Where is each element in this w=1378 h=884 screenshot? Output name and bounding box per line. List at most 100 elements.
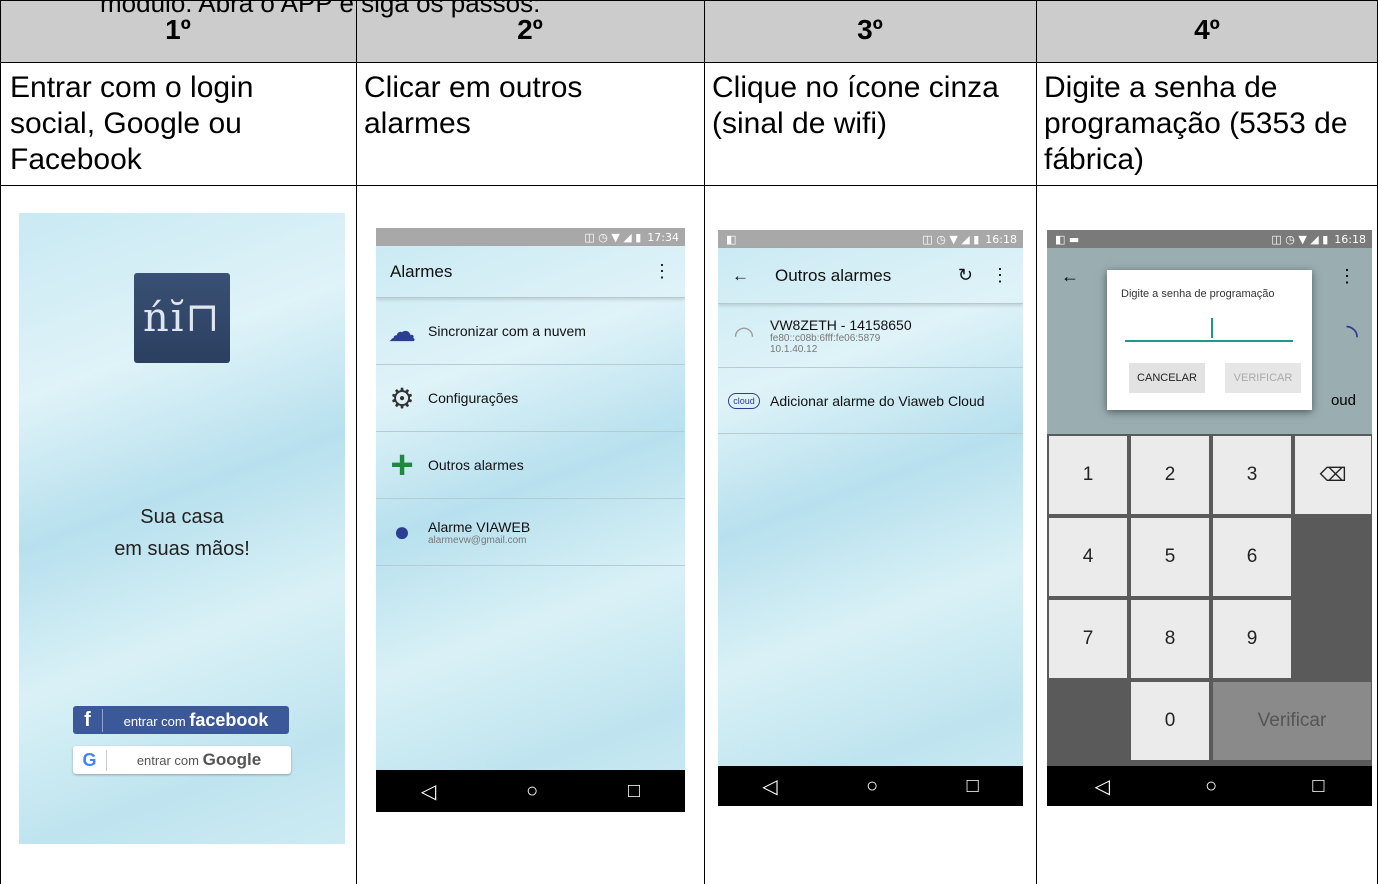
step-1-header: 1º [165, 14, 191, 45]
back-arrow-icon[interactable]: ← [732, 266, 749, 286]
overflow-menu-icon: ⋮ [1338, 266, 1356, 286]
list-item-device[interactable]: ◠ VW8ZETH - 14158650 fe80::c08b:6fff:fe0… [718, 304, 1023, 368]
add-cloud-label: Adicionar alarme do Viaweb Cloud [770, 392, 985, 409]
status-time: 16:18 [1334, 232, 1366, 246]
password-screen: ◧ ▬ ◫ ◷ ▼ ◢ ▮ 16:18 ← ⋮ ◝ oud Digite a s… [1047, 230, 1372, 806]
wifi-icon[interactable]: ◠ [724, 321, 764, 350]
verify-key[interactable]: Verificar [1213, 682, 1371, 760]
facebook-brand: facebook [189, 709, 269, 730]
android-nav-bar: ◁ ○ □ [718, 766, 1023, 806]
key-2[interactable]: 2 [1131, 436, 1209, 514]
slogan-line-2: em suas mãos! [114, 538, 250, 560]
cancel-button[interactable]: CANCELAR [1129, 363, 1205, 393]
key-8[interactable]: 8 [1131, 600, 1209, 678]
status-bar: ◫ ◷ ▼ ◢ ▮ 17:34 [376, 228, 685, 246]
table-border-col3 [1036, 0, 1037, 884]
notification-icons: ◧ ▬ [1055, 232, 1080, 246]
app-logo: ńĭ⊓ [134, 273, 230, 363]
numeric-keypad: 1 2 3 ⌫ 4 5 6 7 8 9 0 Verificar [1047, 434, 1372, 806]
menu-item-sync-cloud[interactable]: ☁ Sincronizar com a nuvem [376, 298, 685, 365]
other-alarms-screen: ◧ ◫ ◷ ▼ ◢ ▮ 16:18 ← Outros alarmes ↻ ⋮ ◠… [718, 230, 1023, 806]
slogan-line-1: Sua casa [140, 506, 224, 528]
table-border-col2 [704, 0, 705, 884]
dialog-title: Digite a senha de programação [1121, 288, 1275, 300]
status-bar: ◧ ▬ ◫ ◷ ▼ ◢ ▮ 16:18 [1047, 230, 1372, 248]
key-9[interactable]: 9 [1213, 600, 1291, 678]
menu-item-account[interactable]: ● Alarme VIAWEB alarmevw@gmail.com [376, 499, 685, 566]
device-ip: 10.1.40.12 [770, 343, 818, 355]
step-3-description: Clique no ícone cinza (sinal de wifi) [712, 71, 999, 140]
facebook-icon: f [73, 708, 103, 732]
table-border-header [0, 62, 1378, 63]
home-nav-icon[interactable]: ○ [526, 780, 538, 803]
google-icon: G [73, 749, 107, 771]
menu-item-other-alarms[interactable]: + Outros alarmes [376, 432, 685, 499]
device-name: VW8ZETH - 14158650 [770, 316, 912, 333]
refresh-icon[interactable]: ↻ [958, 265, 973, 286]
cloud-sync-icon: ☁ [388, 315, 416, 347]
back-nav-icon[interactable]: ◁ [762, 774, 777, 799]
user-avatar-icon: ● [393, 516, 411, 547]
step-2-header: 2º [517, 14, 543, 45]
key-0[interactable]: 0 [1131, 682, 1209, 760]
facebook-prefix: entrar com [123, 713, 186, 729]
step-4-header: 4º [1194, 14, 1220, 45]
recents-nav-icon[interactable]: □ [628, 780, 640, 803]
step-1-description: Entrar com o login social, Google ou Fac… [10, 71, 254, 176]
step-3-header: 3º [857, 14, 883, 45]
key-5[interactable]: 5 [1131, 518, 1209, 596]
key-7[interactable]: 7 [1049, 600, 1127, 678]
key-6[interactable]: 6 [1213, 518, 1291, 596]
google-brand: Google [202, 750, 262, 769]
list-item-add-cloud[interactable]: cloud Adicionar alarme do Viaweb Cloud [718, 368, 1023, 434]
recents-nav-icon[interactable]: □ [1312, 775, 1324, 798]
google-prefix: entrar com [136, 753, 199, 768]
backspace-key[interactable]: ⌫ [1295, 436, 1371, 514]
text-cursor [1211, 318, 1213, 338]
menu-item-label: Configurações [428, 390, 519, 406]
partial-cloud-text: oud [1330, 392, 1356, 409]
cloud-icon: cloud [724, 392, 764, 409]
key-3[interactable]: 3 [1213, 436, 1291, 514]
gear-icon: ⚙ [389, 382, 415, 414]
verify-button[interactable]: VERIFICAR [1225, 363, 1301, 393]
step-2-description: Clicar em outros alarmes [364, 71, 583, 140]
key-4[interactable]: 4 [1049, 518, 1127, 596]
key-1[interactable]: 1 [1049, 436, 1127, 514]
alarms-screen: ◫ ◷ ▼ ◢ ▮ 17:34 Alarmes ⋮ ☁ Sincronizar … [376, 228, 685, 812]
step-4-description: Digite a senha de programação (5353 de f… [1044, 71, 1348, 176]
status-time: 17:34 [647, 230, 679, 244]
back-nav-icon[interactable]: ◁ [1095, 774, 1110, 799]
loading-spinner-icon: ◝ [1346, 319, 1358, 352]
menu-item-label: Outros alarmes [428, 457, 524, 473]
password-dialog: Digite a senha de programação CANCELAR V… [1107, 270, 1312, 410]
account-name: Alarme VIAWEB [428, 518, 531, 535]
status-icons: ◫ ◷ ▼ ◢ ▮ [584, 230, 642, 244]
table-border-top [0, 0, 1378, 1]
notification-icon: ◧ [726, 232, 737, 246]
facebook-login-button[interactable]: f entrar com facebook [73, 706, 289, 734]
recents-nav-icon[interactable]: □ [967, 775, 979, 798]
back-arrow-icon: ← [1061, 266, 1079, 286]
table-border-left [0, 0, 1, 884]
home-nav-icon[interactable]: ○ [866, 775, 878, 798]
app-bar-title: Outros alarmes [775, 265, 892, 285]
back-nav-icon[interactable]: ◁ [421, 779, 436, 804]
home-nav-icon[interactable]: ○ [1205, 775, 1217, 798]
status-bar: ◧ ◫ ◷ ▼ ◢ ▮ 16:18 [718, 230, 1023, 248]
overflow-menu-icon[interactable]: ⋮ [991, 265, 1009, 286]
backspace-icon: ⌫ [1319, 464, 1347, 486]
status-icons: ◫ ◷ ▼ ◢ ▮ [922, 232, 980, 246]
app-bar-title: Alarmes [390, 261, 453, 281]
status-icons: ◫ ◷ ▼ ◢ ▮ [1271, 232, 1329, 246]
android-nav-bar: ◁ ○ □ [1047, 766, 1372, 806]
password-input[interactable] [1125, 340, 1293, 342]
google-login-button[interactable]: G entrar com Google [73, 746, 291, 774]
menu-item-settings[interactable]: ⚙ Configurações [376, 365, 685, 432]
overflow-menu-icon[interactable]: ⋮ [653, 261, 671, 282]
table-border-col1 [356, 0, 357, 884]
account-email: alarmevw@gmail.com [428, 534, 527, 546]
menu-item-label: Sincronizar com a nuvem [428, 323, 586, 339]
table-border-desc [0, 185, 1378, 186]
app-bar: Alarmes ⋮ [376, 246, 685, 298]
